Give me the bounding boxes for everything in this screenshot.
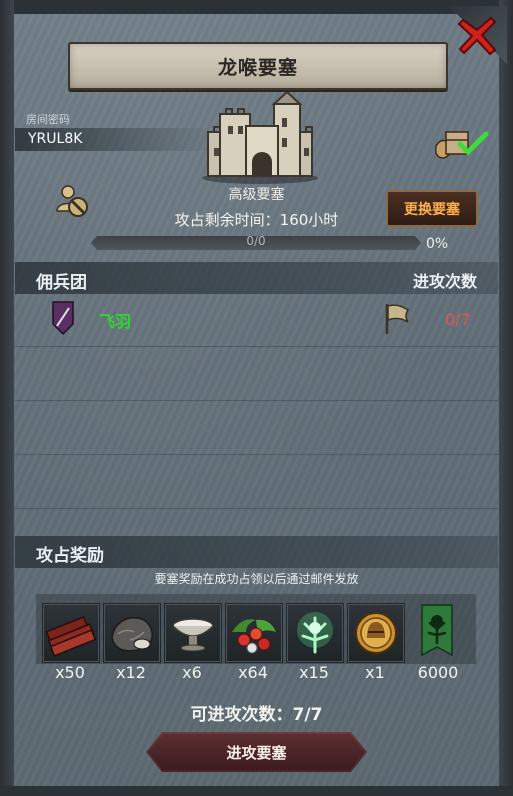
knight-helmet-coin-icon — [355, 612, 397, 654]
close-icon — [457, 16, 497, 56]
supply-check-icon[interactable] — [430, 126, 490, 162]
room-code-label: 房间密码 — [26, 113, 70, 126]
reward-qty: x50 — [55, 663, 85, 682]
reward-item-magic-tree[interactable] — [286, 603, 344, 663]
frame-bottom — [0, 786, 513, 796]
guild-banner-icon — [421, 604, 453, 657]
mercenary-section-title: 佣兵团 — [36, 273, 87, 293]
frame-top — [0, 0, 513, 14]
grain-bowl-icon — [172, 618, 214, 652]
stone-icon — [111, 617, 153, 652]
shield-sword-icon — [52, 301, 74, 336]
frame-left-edge — [0, 0, 14, 796]
attack-progress-bar: 0/0 — [91, 234, 421, 250]
row-divider — [15, 346, 498, 347]
attack-count-title: 进攻次数 — [412, 272, 477, 291]
close-button[interactable] — [449, 6, 507, 64]
reward-qty: x64 — [238, 663, 268, 682]
reward-qty: x6 — [182, 663, 202, 682]
row-divider — [15, 508, 498, 509]
magic-tree-icon — [297, 612, 333, 654]
progress-text: 0/0 — [246, 234, 266, 248]
progress-percent: 0% — [426, 236, 449, 252]
mercenary-attack-count: 0/7 — [445, 310, 471, 329]
title-banner: 龙喉要塞 — [68, 42, 448, 90]
mercenary-row[interactable]: 飞羽 0/7 — [15, 296, 498, 346]
fortress-panel: 龙喉要塞 房间密码 YRUL8K 高级要塞 攻占剩余时间：160小时 更换要塞 … — [0, 0, 513, 796]
change-fortress-button[interactable]: 更换要塞 — [386, 190, 478, 227]
timber-icon — [45, 615, 97, 657]
castle-icon — [202, 92, 318, 184]
reward-qty: x12 — [116, 663, 146, 682]
flag-icon — [385, 304, 410, 334]
reward-item-knight-coin[interactable] — [347, 603, 405, 663]
no-garrison-icon[interactable] — [54, 183, 90, 219]
reward-item-stone[interactable] — [103, 603, 161, 663]
page-title: 龙喉要塞 — [217, 56, 298, 79]
mercenary-name: 飞羽 — [99, 312, 132, 331]
reward-item-grain[interactable] — [164, 603, 222, 663]
room-code-value[interactable]: YRUL8K — [28, 131, 82, 147]
frame-right-edge — [499, 0, 513, 796]
attack-fortress-label: 进攻要塞 — [226, 744, 287, 762]
rewards-section-title: 攻占奖励 — [36, 546, 104, 566]
reward-item-guild-banner[interactable] — [420, 603, 454, 661]
attacks-remaining: 可进攻次数：7/7 — [190, 705, 323, 725]
berries-icon — [232, 619, 276, 654]
reward-qty: 6000 — [417, 663, 459, 682]
change-fortress-label: 更换要塞 — [404, 201, 460, 218]
row-divider — [15, 454, 498, 455]
reward-qty: x1 — [365, 663, 385, 682]
reward-qty: x15 — [299, 663, 329, 682]
row-divider — [15, 400, 498, 401]
reward-item-timber[interactable] — [42, 603, 100, 663]
rewards-subtitle: 要塞奖励在成功占领以后通过邮件发放 — [154, 572, 359, 586]
attack-fortress-button[interactable]: 进攻要塞 — [146, 732, 367, 772]
reward-item-berries[interactable] — [225, 603, 283, 663]
